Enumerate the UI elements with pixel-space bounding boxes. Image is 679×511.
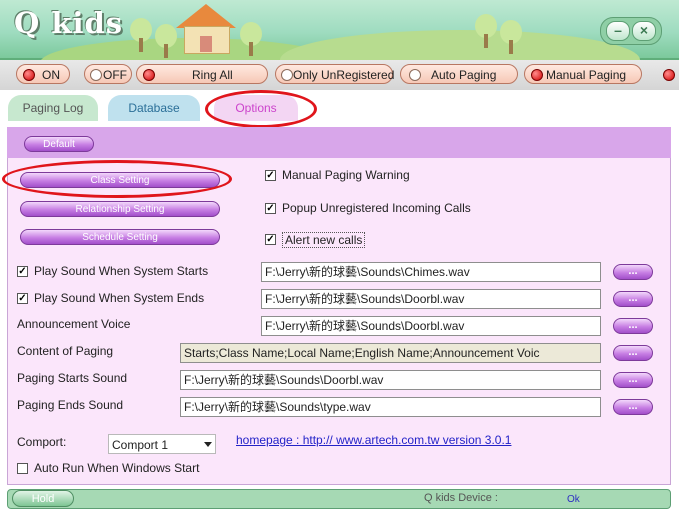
white-dot-icon [90, 69, 102, 81]
browse-button[interactable]: ... [613, 291, 653, 307]
options-toolbar [7, 127, 671, 158]
browse-button[interactable]: ... [613, 372, 653, 388]
manual-paging-label: Manual Paging [546, 68, 627, 82]
announcement-voice-label: Announcement Voice [17, 317, 131, 331]
comport-select[interactable]: Comport 1 [108, 434, 216, 454]
only-unregistered-button[interactable]: Only UnRegistered [275, 64, 395, 84]
red-dot-icon[interactable] [663, 69, 675, 81]
tree-decoration [475, 14, 497, 48]
paging-starts-sound-path[interactable]: F:\Jerry\新的球藝\Sounds\Doorbl.wav [180, 370, 601, 390]
paging-ends-sound-label: Paging Ends Sound [17, 398, 124, 412]
popup-unregistered-label: Popup Unregistered Incoming Calls [282, 201, 471, 215]
popup-unregistered-checkbox[interactable]: ✓ [265, 203, 276, 214]
auto-paging-label: Auto Paging [431, 68, 497, 82]
device-status-label: Q kids Device : [424, 492, 498, 504]
white-dot-icon [409, 69, 421, 81]
red-dot-icon [531, 69, 543, 81]
play-sound-ends-checkbox[interactable]: ✓ [17, 293, 28, 304]
comport-value: Comport 1 [112, 438, 169, 452]
off-button[interactable]: OFF [84, 64, 132, 84]
title-banner: Q kids – × [0, 0, 679, 90]
paging-ends-sound-path[interactable]: F:\Jerry\新的球藝\Sounds\type.wav [180, 397, 601, 417]
white-dot-icon [281, 69, 293, 81]
auto-paging-button[interactable]: Auto Paging [400, 64, 518, 84]
alert-new-calls-label: Alert new calls [282, 232, 366, 248]
tree-decoration [500, 20, 522, 54]
schedule-setting-button[interactable]: Schedule Setting [20, 229, 220, 245]
annotation-circle [2, 160, 232, 198]
app-logo: Q kids [14, 6, 124, 40]
paging-starts-sound-label: Paging Starts Sound [17, 371, 128, 385]
off-label: OFF [103, 68, 127, 82]
on-label: ON [42, 68, 60, 82]
tree-decoration [240, 22, 262, 56]
house-decoration [176, 4, 236, 54]
play-sound-starts-checkbox[interactable]: ✓ [17, 266, 28, 277]
ring-all-button[interactable]: Ring All [136, 64, 268, 84]
tab-database[interactable]: Database [108, 95, 200, 121]
announcement-voice-path[interactable]: F:\Jerry\新的球藝\Sounds\Doorbl.wav [261, 316, 601, 336]
minimize-icon[interactable]: – [606, 21, 630, 41]
manual-paging-button[interactable]: Manual Paging [524, 64, 642, 84]
alert-new-calls-checkbox[interactable]: ✓ [265, 234, 276, 245]
ring-all-label: Ring All [192, 68, 233, 82]
browse-button[interactable]: ... [613, 345, 653, 361]
chevron-down-icon [204, 442, 212, 447]
hold-button[interactable]: Hold [12, 490, 74, 507]
default-button[interactable]: Default [24, 136, 94, 152]
annotation-circle [205, 90, 317, 128]
paging-toolbar: ON OFF Ring All Only UnRegistered Auto P… [0, 60, 679, 90]
browse-button[interactable]: ... [613, 399, 653, 415]
play-sound-starts-path[interactable]: F:\Jerry\新的球藝\Sounds\Chimes.wav [261, 262, 601, 282]
tab-bar: Paging Log Database Options [0, 90, 679, 127]
device-status-value: Ok [567, 494, 580, 505]
play-sound-ends-path[interactable]: F:\Jerry\新的球藝\Sounds\Doorbl.wav [261, 289, 601, 309]
auto-run-label: Auto Run When Windows Start [34, 461, 200, 475]
browse-button[interactable]: ... [613, 264, 653, 280]
app-window: Q kids – × ON OFF Ring All Only UnRegist… [0, 0, 679, 511]
manual-paging-warning-checkbox[interactable]: ✓ [265, 170, 276, 181]
tree-decoration [130, 18, 152, 52]
play-sound-ends-label: Play Sound When System Ends [34, 291, 205, 305]
red-dot-icon [23, 69, 35, 81]
tree-decoration [155, 24, 177, 58]
comport-label: Comport: [17, 435, 67, 449]
auto-run-checkbox[interactable] [17, 463, 28, 474]
homepage-link[interactable]: homepage : http:// www.artech.com.tw ver… [236, 433, 511, 447]
red-dot-icon [143, 69, 155, 81]
content-of-paging-label: Content of Paging [17, 344, 114, 358]
on-button[interactable]: ON [16, 64, 70, 84]
relationship-setting-button[interactable]: Relationship Setting [20, 201, 220, 217]
close-icon[interactable]: × [632, 21, 656, 41]
tab-paging-log[interactable]: Paging Log [8, 95, 98, 121]
only-unregistered-label: Only UnRegistered [293, 68, 395, 82]
content-of-paging-field[interactable]: Starts;Class Name;Local Name;English Nam… [180, 343, 601, 363]
browse-button[interactable]: ... [613, 318, 653, 334]
play-sound-starts-label: Play Sound When System Starts [34, 264, 209, 278]
manual-paging-warning-label: Manual Paging Warning [282, 168, 410, 182]
